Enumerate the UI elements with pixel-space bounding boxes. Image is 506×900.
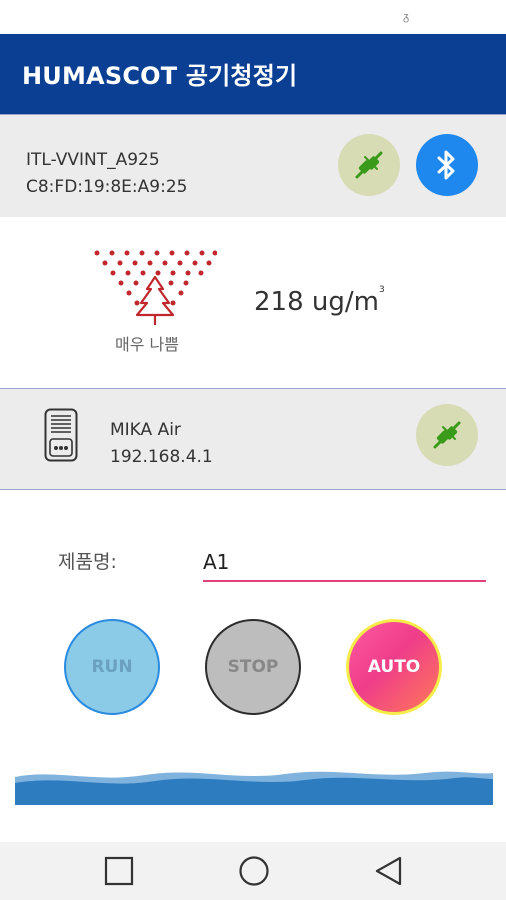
product-name-label: 제품명: <box>58 551 117 573</box>
wifi-connect-button[interactable] <box>416 404 478 466</box>
air-pollution-icon <box>94 250 217 325</box>
unit-superscript: 3 <box>378 285 385 295</box>
bluetooth-button[interactable] <box>416 134 478 196</box>
air-quality-value: 218 ug/m3 <box>254 285 385 317</box>
wifi-device-name: MIKA Air <box>110 420 181 440</box>
bluetooth-device-info: ITL-VVINT_A925 C8:FD:19:8E:A9:25 <box>26 147 187 201</box>
plug-connect-icon <box>433 421 461 449</box>
plug-connect-icon <box>355 151 383 179</box>
air-quality-section: 매우 나쁨 218 ug/m3 <box>0 217 506 387</box>
product-name-input[interactable] <box>203 546 486 582</box>
app-bar: HUMASCOT 공기청정기 <box>0 34 506 114</box>
back-icon[interactable] <box>373 855 403 887</box>
stop-button[interactable]: STOP <box>205 619 301 715</box>
air-purifier-icon <box>44 408 78 462</box>
wifi-device-info: MIKA Air 192.168.4.1 <box>110 417 213 471</box>
wifi-device-panel: MIKA Air 192.168.4.1 <box>0 388 506 490</box>
wave-graphic <box>15 771 493 805</box>
bluetooth-mac-address: C8:FD:19:8E:A9:25 <box>26 177 188 197</box>
air-quality-level: 매우 나쁨 <box>115 335 179 354</box>
auto-button[interactable]: AUTO <box>346 619 442 715</box>
run-button[interactable]: RUN <box>64 619 160 715</box>
recent-apps-icon[interactable] <box>104 856 134 886</box>
air-quality-value-text: 218 ug/m <box>254 287 379 317</box>
signal-indicator-icon: ᵹ <box>403 10 410 23</box>
home-icon[interactable] <box>238 855 270 887</box>
navigation-bar <box>0 842 506 900</box>
wifi-device-ip: 192.168.4.1 <box>110 447 213 467</box>
bluetooth-device-panel: ITL-VVINT_A925 C8:FD:19:8E:A9:25 <box>0 114 506 218</box>
bluetooth-icon <box>437 150 455 180</box>
bluetooth-device-name: ITL-VVINT_A925 <box>26 150 160 170</box>
app-title: HUMASCOT 공기청정기 <box>22 62 298 90</box>
bluetooth-connect-button[interactable] <box>338 134 400 196</box>
status-bar: ᵹ <box>0 0 506 34</box>
